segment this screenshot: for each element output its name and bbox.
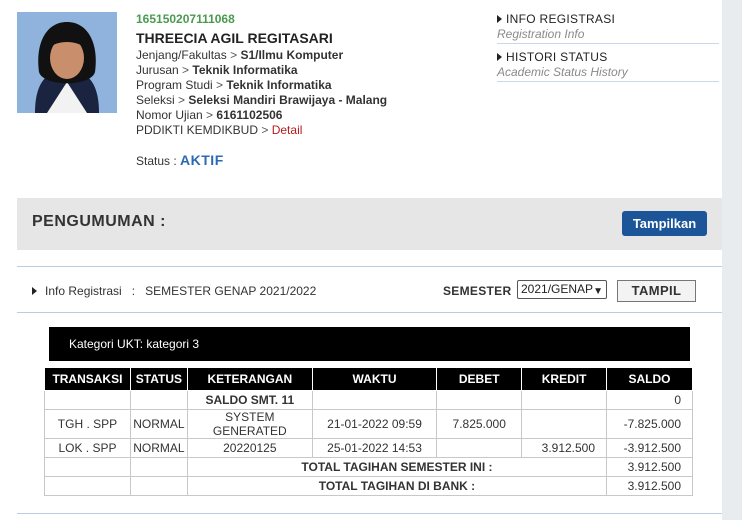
cell-status: NORMAL — [129, 409, 188, 439]
registration-info: Info Registrasi : SEMESTER GENAP 2021/20… — [32, 284, 316, 298]
bottom-divider — [17, 513, 722, 514]
column-header: WAKTU — [311, 367, 438, 391]
profile-row-label: Program Studi — [136, 78, 213, 92]
saldo-label: SALDO SMT. 11 — [186, 390, 313, 410]
cell-waktu: 25-01-2022 14:53 — [311, 438, 438, 458]
profile-row-value: Seleksi Mandiri Brawijaya - Malang — [188, 93, 388, 107]
student-id: 165150207111068 — [136, 12, 235, 26]
info-label: Info Registrasi — [45, 284, 122, 298]
announcement-bar: PENGUMUMAN : Tampilkan — [17, 198, 722, 250]
profile-row-value: S1/Ilmu Komputer — [240, 48, 344, 62]
table-row-total-semester: TOTAL TAGIHAN SEMESTER INI : 3.912.500 — [44, 457, 693, 477]
profile-row-label: Seleksi — [136, 93, 175, 107]
profile-row-value: Teknik Informatika — [192, 63, 298, 77]
pddikti-label: PDDIKTI KEMDIKBUD — [136, 123, 259, 137]
profile-row-pddikti: PDDIKTI KEMDIKBUD > Detail — [136, 123, 303, 137]
menu-item-title: INFO REGISTRASI — [506, 12, 616, 26]
column-header: KETERANGAN — [186, 367, 313, 391]
table-row: TGH . SPP NORMAL SYSTEM GENERATED 21-01-… — [44, 409, 693, 439]
table-cell — [44, 476, 131, 496]
transactions-table: TRANSAKSI STATUS KETERANGAN WAKTU DEBET … — [44, 367, 693, 496]
registration-info-bar: Info Registrasi : SEMESTER GENAP 2021/20… — [17, 266, 722, 313]
arrow-right-icon — [497, 53, 502, 61]
total-bank-label: TOTAL TAGIHAN DI BANK : — [186, 476, 608, 496]
profile-row-label: Jenjang/Fakultas — [136, 48, 227, 62]
profile-row-department: Jurusan > Teknik Informatika — [136, 63, 298, 77]
status-row: Status : AKTIF — [136, 152, 496, 168]
pddikti-detail-link[interactable]: Detail — [272, 123, 303, 137]
cell-saldo: -3.912.500 — [606, 438, 693, 458]
profile-row-label: Nomor Ujian — [136, 108, 203, 122]
total-semester-value: 3.912.500 — [606, 457, 693, 477]
semester-select[interactable]: 2021/GENAP ▼ — [517, 280, 607, 299]
saldo-value: 0 — [606, 390, 693, 410]
arrow-right-icon — [497, 15, 502, 23]
cell-saldo: -7.825.000 — [606, 409, 693, 439]
tampil-button[interactable]: TAMPIL — [617, 280, 696, 302]
info-semester-value: SEMESTER GENAP 2021/2022 — [145, 284, 317, 298]
arrow-right-icon — [32, 287, 37, 295]
profile-row-exam-number: Nomor Ujian > 6161102506 — [136, 108, 283, 122]
semester-select-value: 2021/GENAP — [521, 282, 594, 296]
menu-item-subtitle: Academic Status History — [497, 65, 628, 79]
table-cell — [44, 390, 131, 410]
table-cell — [129, 457, 188, 477]
column-header: DEBET — [436, 367, 523, 391]
profile-row-faculty: Jenjang/Fakultas > S1/Ilmu Komputer — [136, 48, 344, 62]
table-cell — [44, 457, 131, 477]
table-row-saldo: SALDO SMT. 11 0 — [44, 390, 693, 410]
table-header-row: TRANSAKSI STATUS KETERANGAN WAKTU DEBET … — [44, 367, 693, 391]
cell-status: NORMAL — [129, 438, 188, 458]
ukt-category-banner: Kategori UKT: kategori 3 — [49, 327, 690, 361]
table-cell — [129, 390, 188, 410]
table-cell — [311, 390, 438, 410]
profile-row-value: Teknik Informatika — [226, 78, 332, 92]
announcement-title: PENGUMUMAN : — [32, 213, 166, 230]
table-cell — [521, 390, 608, 410]
status-label: Status : — [136, 154, 177, 168]
table-cell — [129, 476, 188, 496]
menu-item-histori-status[interactable]: HISTORI STATUS Academic Status History — [497, 50, 719, 82]
column-header: TRANSAKSI — [44, 367, 131, 391]
cell-kredit: 3.912.500 — [521, 438, 608, 458]
cell-kredit — [521, 409, 608, 439]
column-header: STATUS — [129, 367, 188, 391]
profile-row-label: Jurusan — [136, 63, 179, 77]
page-frame: 165150207111068 THREECIA AGIL REGITASARI… — [0, 0, 722, 520]
student-portrait-image — [17, 12, 117, 113]
semester-label: SEMESTER — [443, 284, 512, 298]
table-row: LOK . SPP NORMAL 20220125 25-01-2022 14:… — [44, 438, 693, 458]
profile-row-value: 6161102506 — [216, 108, 283, 122]
cell-transaksi: LOK . SPP — [44, 438, 131, 458]
profile-info: 165150207111068 THREECIA AGIL REGITASARI… — [136, 12, 496, 168]
table-cell — [436, 390, 523, 410]
side-menu: INFO REGISTRASI Registration Info HISTOR… — [497, 12, 719, 88]
total-bank-value: 3.912.500 — [606, 476, 693, 496]
profile-row-selection: Seleksi > Seleksi Mandiri Brawijaya - Ma… — [136, 93, 388, 107]
menu-item-info-registrasi[interactable]: INFO REGISTRASI Registration Info — [497, 12, 719, 44]
info-colon: : — [131, 284, 136, 298]
cell-keterangan: 20220125 — [186, 438, 313, 458]
menu-item-subtitle: Registration Info — [497, 27, 585, 41]
cell-debet: 7.825.000 — [436, 409, 523, 439]
cell-debet — [436, 438, 523, 458]
menu-item-title: HISTORI STATUS — [506, 50, 608, 64]
column-header: SALDO — [606, 367, 693, 391]
column-header: KREDIT — [521, 367, 608, 391]
table-row-total-bank: TOTAL TAGIHAN DI BANK : 3.912.500 — [44, 476, 693, 496]
show-announcement-button[interactable]: Tampilkan — [622, 211, 707, 236]
status-value: AKTIF — [180, 152, 224, 168]
profile-photo — [17, 12, 117, 113]
student-name: THREECIA AGIL REGITASARI — [136, 30, 333, 46]
cell-keterangan: SYSTEM GENERATED — [186, 409, 313, 439]
cell-transaksi: TGH . SPP — [44, 409, 131, 439]
profile-row-program: Program Studi > Teknik Informatika — [136, 78, 332, 92]
cell-waktu: 21-01-2022 09:59 — [311, 409, 438, 439]
total-semester-label: TOTAL TAGIHAN SEMESTER INI : — [186, 457, 608, 477]
chevron-down-icon: ▼ — [593, 286, 603, 297]
